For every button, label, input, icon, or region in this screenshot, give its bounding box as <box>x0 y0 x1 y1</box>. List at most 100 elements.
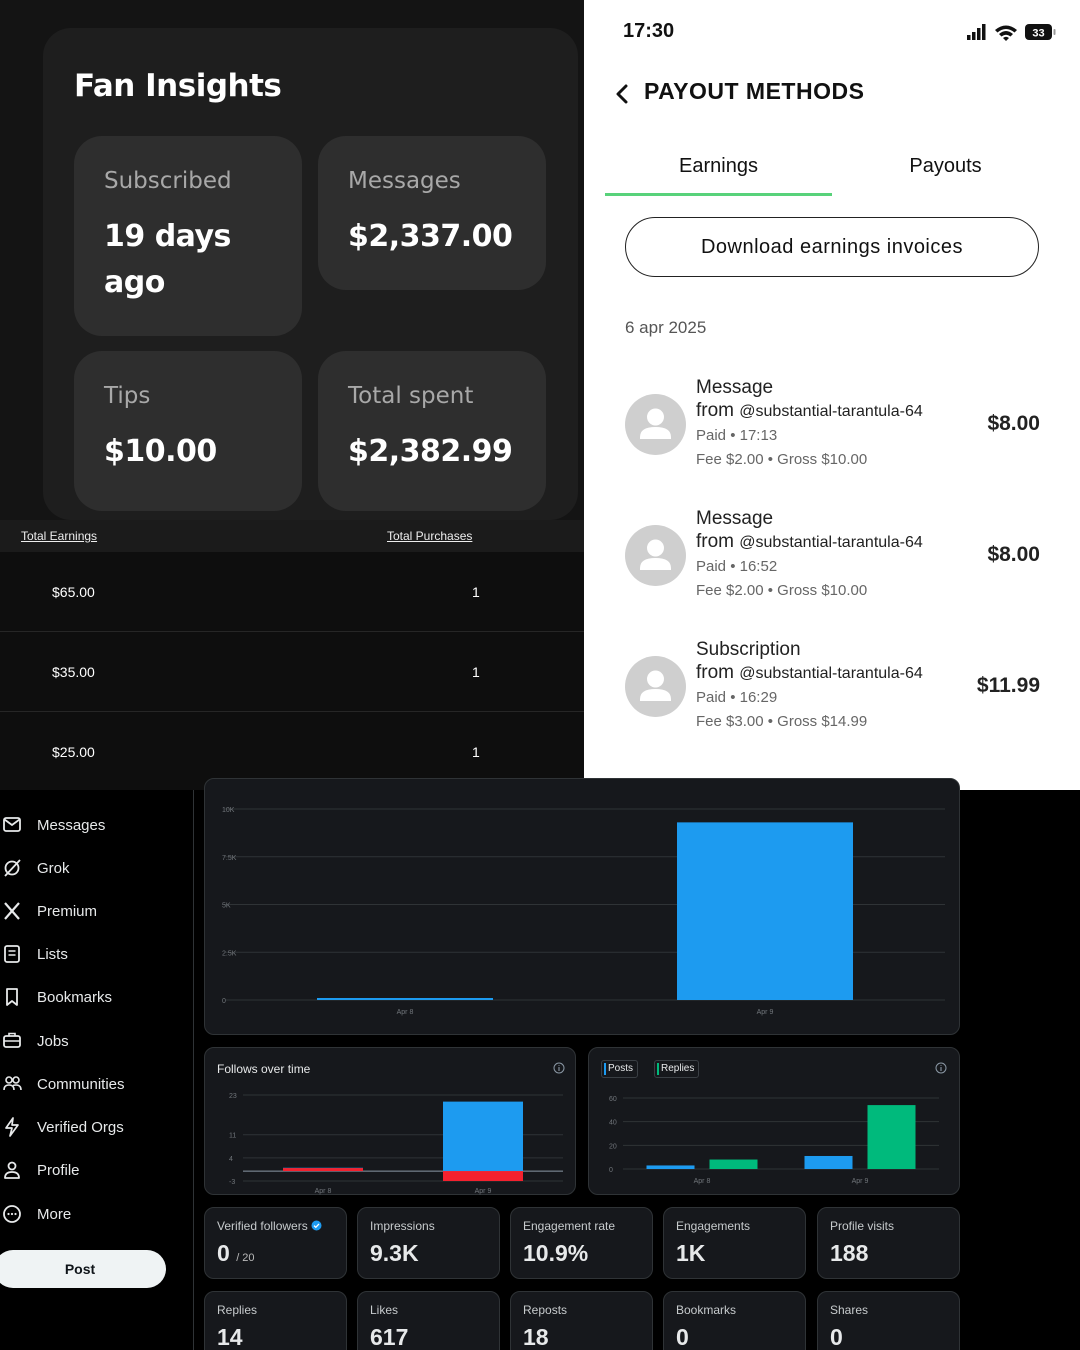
transaction-item[interactable]: Subscription from @substantial-tarantula… <box>625 639 1040 749</box>
sidebar: Messages Grok Premium Lists Bookmarks Jo… <box>0 790 193 1350</box>
sidebar-item-label: Messages <box>37 816 106 834</box>
subscribed-label: Subscribed <box>104 168 232 194</box>
paid-label: Paid <box>696 427 727 444</box>
stat-card-verified-followers[interactable]: Verified followers 0 / 20 <box>204 1207 347 1279</box>
y-tick-label: -3 <box>229 1179 235 1186</box>
back-chevron-icon[interactable] <box>614 84 630 104</box>
from-word: from <box>696 531 734 552</box>
grok-icon <box>4 859 21 877</box>
stat-label: Engagement rate <box>523 1219 616 1233</box>
stat-label: Bookmarks <box>676 1303 737 1317</box>
purchases-cell: 1 <box>472 664 480 680</box>
stat-value: 0 / 20 <box>217 1240 255 1267</box>
purchases-cell: 1 <box>472 744 480 760</box>
y-tick-label: 40 <box>609 1120 617 1127</box>
stat-card-bookmarks[interactable]: Bookmarks 0 <box>663 1291 806 1350</box>
stat-label: Engagements <box>676 1219 751 1233</box>
person-icon <box>4 1161 20 1179</box>
transaction-status: Paid • 16:29 <box>696 689 778 706</box>
sidebar-item-verified-orgs[interactable]: Verified Orgs <box>0 1112 124 1142</box>
sidebar-item-label: More <box>37 1205 72 1223</box>
sidebar-item-communities[interactable]: Communities <box>0 1069 125 1099</box>
earnings-cell: $25.00 <box>52 744 95 760</box>
tab-payouts[interactable]: Payouts <box>832 140 1059 196</box>
stat-card-shares[interactable]: Shares 0 <box>817 1291 960 1350</box>
stat-label: Reposts <box>523 1303 568 1317</box>
sidebar-item-grok[interactable]: Grok <box>0 853 70 883</box>
earnings-cell: $65.00 <box>52 584 95 600</box>
stat-card-reposts[interactable]: Reposts 18 <box>510 1291 653 1350</box>
x-tick-label: Apr 9 <box>852 1178 869 1185</box>
status-bar-icons: 33 <box>967 24 1056 41</box>
transaction-source: from @substantial-tarantula-64 <box>696 400 923 422</box>
fan-handle: @substantial-tarantula-64 <box>739 534 923 551</box>
total-purchases-column-header[interactable]: Total Purchases <box>387 529 472 543</box>
stat-value: 14 <box>217 1324 243 1350</box>
stat-label: Profile visits <box>830 1219 895 1233</box>
stat-label: Replies <box>217 1303 258 1317</box>
stat-card-engagement-rate[interactable]: Engagement rate 10.9% <box>510 1207 653 1279</box>
sidebar-item-label: Communities <box>37 1075 125 1093</box>
y-tick-label: 7.5K <box>222 855 237 862</box>
tab-earnings[interactable]: Earnings <box>605 140 832 196</box>
sidebar-divider <box>193 790 194 1350</box>
transaction-time: 16:52 <box>739 558 778 575</box>
sidebar-item-profile[interactable]: Profile <box>0 1155 80 1185</box>
messages-tile: Messages $2,337.00 <box>318 136 546 290</box>
sidebar-item-label: Lists <box>37 945 68 963</box>
sidebar-item-lists[interactable]: Lists <box>0 939 68 969</box>
sidebar-item-more[interactable]: More <box>0 1199 71 1229</box>
messages-value: $2,337.00 <box>348 219 513 254</box>
total-earnings-column-header[interactable]: Total Earnings <box>21 529 97 543</box>
follows-bar-chart: 23 11 4 -3 Apr 8 Apr 9 <box>229 1093 563 1195</box>
more-circle-icon <box>3 1205 21 1223</box>
stat-card-profile-visits[interactable]: Profile visits 188 <box>817 1207 960 1279</box>
fee-value: Fee $3.00 <box>696 713 764 730</box>
stat-value: 617 <box>370 1324 409 1350</box>
sidebar-item-label: Bookmarks <box>37 988 113 1006</box>
y-tick-label: 60 <box>609 1096 617 1103</box>
list-icon <box>4 945 20 963</box>
transaction-time: 16:29 <box>739 689 778 706</box>
transaction-item[interactable]: Message from @substantial-tarantula-64 P… <box>625 508 1040 618</box>
stat-card-replies[interactable]: Replies 14 <box>204 1291 347 1350</box>
y-tick-label: 0 <box>222 998 226 1005</box>
paid-label: Paid <box>696 558 727 575</box>
sidebar-item-premium[interactable]: Premium <box>0 896 97 926</box>
transaction-source: from @substantial-tarantula-64 <box>696 662 923 684</box>
sidebar-item-messages[interactable]: Messages <box>0 810 105 840</box>
sidebar-item-bookmarks[interactable]: Bookmarks <box>0 982 112 1012</box>
transaction-item[interactable]: Message from @substantial-tarantula-64 P… <box>625 377 1040 487</box>
earnings-table: Total Earnings Total Purchases $65.00 1 … <box>0 520 584 790</box>
stat-card-engagements[interactable]: Engagements 1K <box>663 1207 806 1279</box>
cellular-signal-icon <box>967 24 986 40</box>
y-tick-label: 20 <box>609 1143 617 1150</box>
bar <box>867 1105 916 1169</box>
bar <box>709 1159 758 1169</box>
fan-insights-title: Fan Insights <box>74 68 282 104</box>
sidebar-item-jobs[interactable]: Jobs <box>0 1026 69 1056</box>
messages-label: Messages <box>348 168 461 194</box>
x-tick-label: Apr 8 <box>694 1178 711 1185</box>
stat-value: 0 <box>676 1324 689 1350</box>
stat-label: Verified followers <box>217 1219 322 1233</box>
post-button[interactable]: Post <box>0 1250 166 1288</box>
stat-label-text: Verified followers <box>217 1219 308 1233</box>
bar <box>646 1165 695 1169</box>
transaction-source: from @substantial-tarantula-64 <box>696 531 923 553</box>
stat-value-number: 0 <box>217 1240 230 1266</box>
fan-handle: @substantial-tarantula-64 <box>739 403 923 420</box>
stat-card-likes[interactable]: Likes 617 <box>357 1291 500 1350</box>
bar <box>443 1171 523 1181</box>
briefcase-icon <box>3 1032 21 1048</box>
bar <box>677 822 853 1000</box>
page-title: PAYOUT METHODS <box>644 78 865 104</box>
y-tick-label: 2.5K <box>222 950 237 957</box>
download-earnings-invoices-button[interactable]: Download earnings invoices <box>625 217 1039 277</box>
transaction-type: Message <box>696 377 774 398</box>
gross-value: Gross $14.99 <box>777 713 868 730</box>
status-bar-time: 17:30 <box>623 20 675 42</box>
fee-value: Fee $2.00 <box>696 582 764 599</box>
stat-card-impressions[interactable]: Impressions 9.3K <box>357 1207 500 1279</box>
earnings-cell: $35.00 <box>52 664 95 680</box>
